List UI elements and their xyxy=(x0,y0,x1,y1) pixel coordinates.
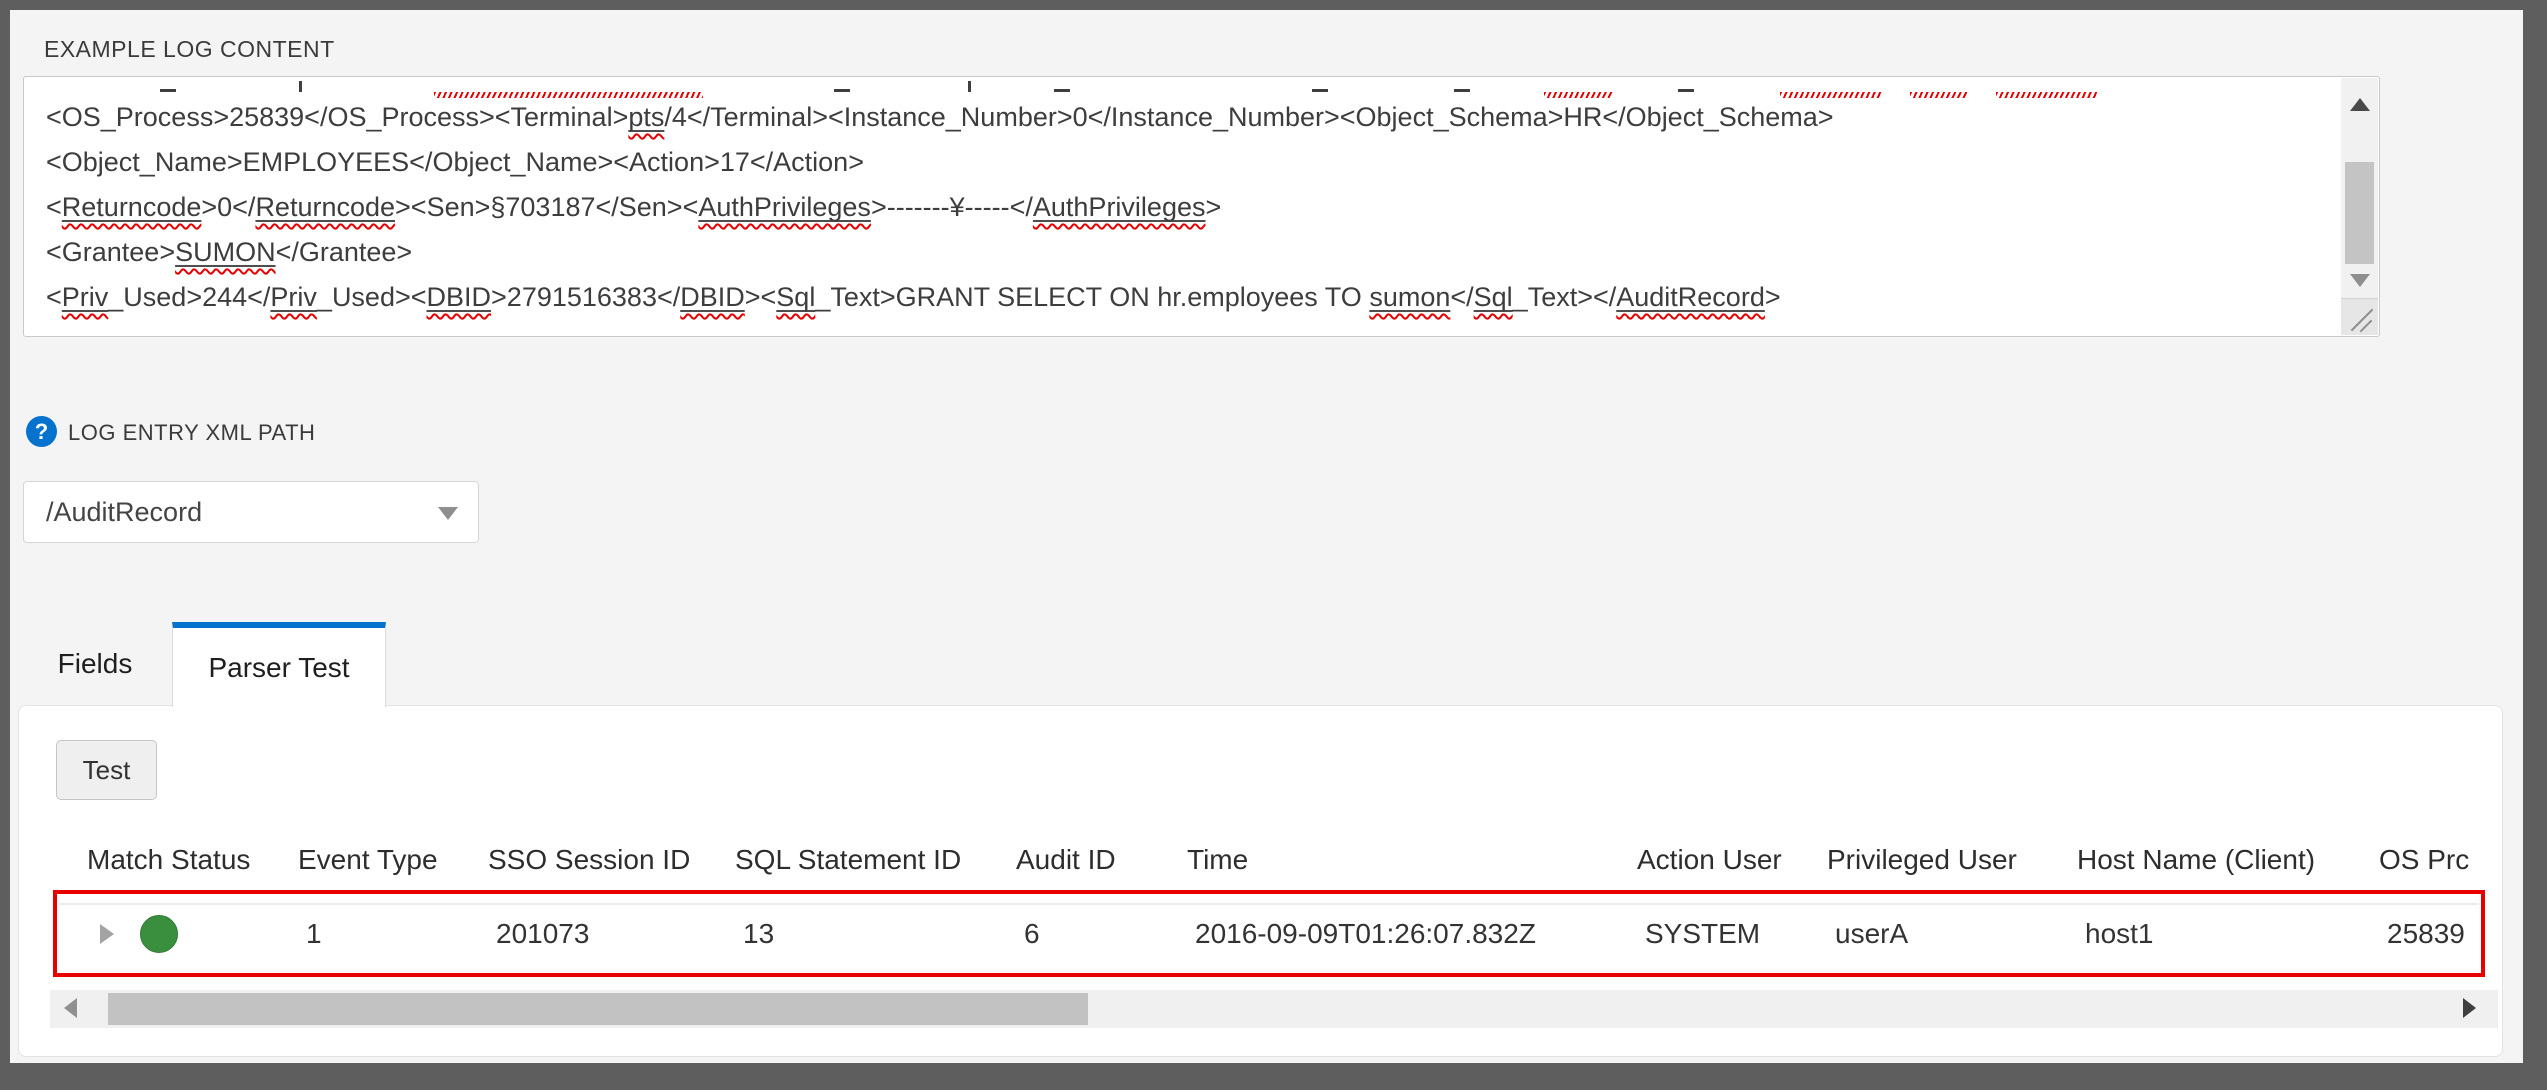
header-cell: Host Name (Client) xyxy=(2077,844,2379,884)
scroll-up-icon[interactable] xyxy=(2350,98,2370,111)
match-status-indicator xyxy=(140,915,178,953)
example-log-textarea[interactable]: <OS_Process>25839</OS_Process><Terminal>… xyxy=(23,76,2380,337)
header-cell: SQL Statement ID xyxy=(735,844,1016,884)
parser-test-panel: Test Match StatusEvent TypeSSO Session I… xyxy=(18,705,2503,1057)
table-cell: SYSTEM xyxy=(1637,918,1827,950)
header-cell: Event Type xyxy=(298,844,488,884)
scroll-left-icon[interactable] xyxy=(64,998,77,1018)
horizontal-scrollbar[interactable] xyxy=(50,990,2498,1028)
header-cell: Audit ID xyxy=(1016,844,1187,884)
window-frame: EXAMPLE LOG CONTENT <OS_Process>25839</O… xyxy=(0,0,2547,1090)
table-cell: host1 xyxy=(2077,918,2379,950)
table-cell: 25839 xyxy=(2379,918,2499,950)
xml-path-dropdown[interactable]: /AuditRecord xyxy=(23,481,479,543)
table-cell: 13 xyxy=(735,918,1016,950)
vertical-scrollbar[interactable] xyxy=(2341,78,2378,335)
page: EXAMPLE LOG CONTENT <OS_Process>25839</O… xyxy=(10,10,2523,1063)
table-cell: 201073 xyxy=(488,918,735,950)
header-cell: Action User xyxy=(1637,844,1827,884)
scroll-right-icon[interactable] xyxy=(2463,998,2476,1018)
test-button[interactable]: Test xyxy=(56,740,157,800)
header-cell: SSO Session ID xyxy=(488,844,735,884)
horizontal-scrollbar-thumb[interactable] xyxy=(108,993,1088,1025)
xml-path-value: /AuditRecord xyxy=(46,497,202,527)
tab-parser-test-label: Parser Test xyxy=(208,652,349,684)
help-icon[interactable]: ? xyxy=(26,416,57,447)
header-cell: Match Status xyxy=(87,844,298,884)
row-divider xyxy=(59,903,2479,905)
table-header: Match StatusEvent TypeSSO Session IDSQL … xyxy=(87,844,2499,884)
log-lines: <OS_Process>25839</OS_Process><Terminal>… xyxy=(24,95,2341,320)
log-entry-xml-path-label: LOG ENTRY XML PATH xyxy=(68,420,315,446)
header-cell: Privileged User xyxy=(1827,844,2077,884)
resize-grip-icon[interactable] xyxy=(2341,298,2378,335)
header-cell: Time xyxy=(1187,844,1637,884)
tab-fields-label: Fields xyxy=(58,648,133,680)
table-row[interactable]: 12010731362016-09-09T01:26:07.832ZSYSTEM… xyxy=(53,890,2485,977)
chevron-down-icon xyxy=(438,507,458,520)
table-cell: 2016-09-09T01:26:07.832Z xyxy=(1187,918,1637,950)
table-cell: userA xyxy=(1827,918,2077,950)
vertical-scrollbar-thumb[interactable] xyxy=(2345,162,2374,264)
header-cell: OS Prc xyxy=(2379,844,2499,884)
scroll-down-icon[interactable] xyxy=(2350,274,2370,287)
expand-row-icon[interactable] xyxy=(100,924,114,944)
log-text-area: <OS_Process>25839</OS_Process><Terminal>… xyxy=(24,77,2341,336)
tab-parser-test[interactable]: Parser Test xyxy=(172,622,386,707)
table-cell: 1 xyxy=(298,918,488,950)
tab-fields[interactable]: Fields xyxy=(18,622,172,705)
table-cell: 6 xyxy=(1016,918,1187,950)
example-log-content-label: EXAMPLE LOG CONTENT xyxy=(44,36,335,63)
